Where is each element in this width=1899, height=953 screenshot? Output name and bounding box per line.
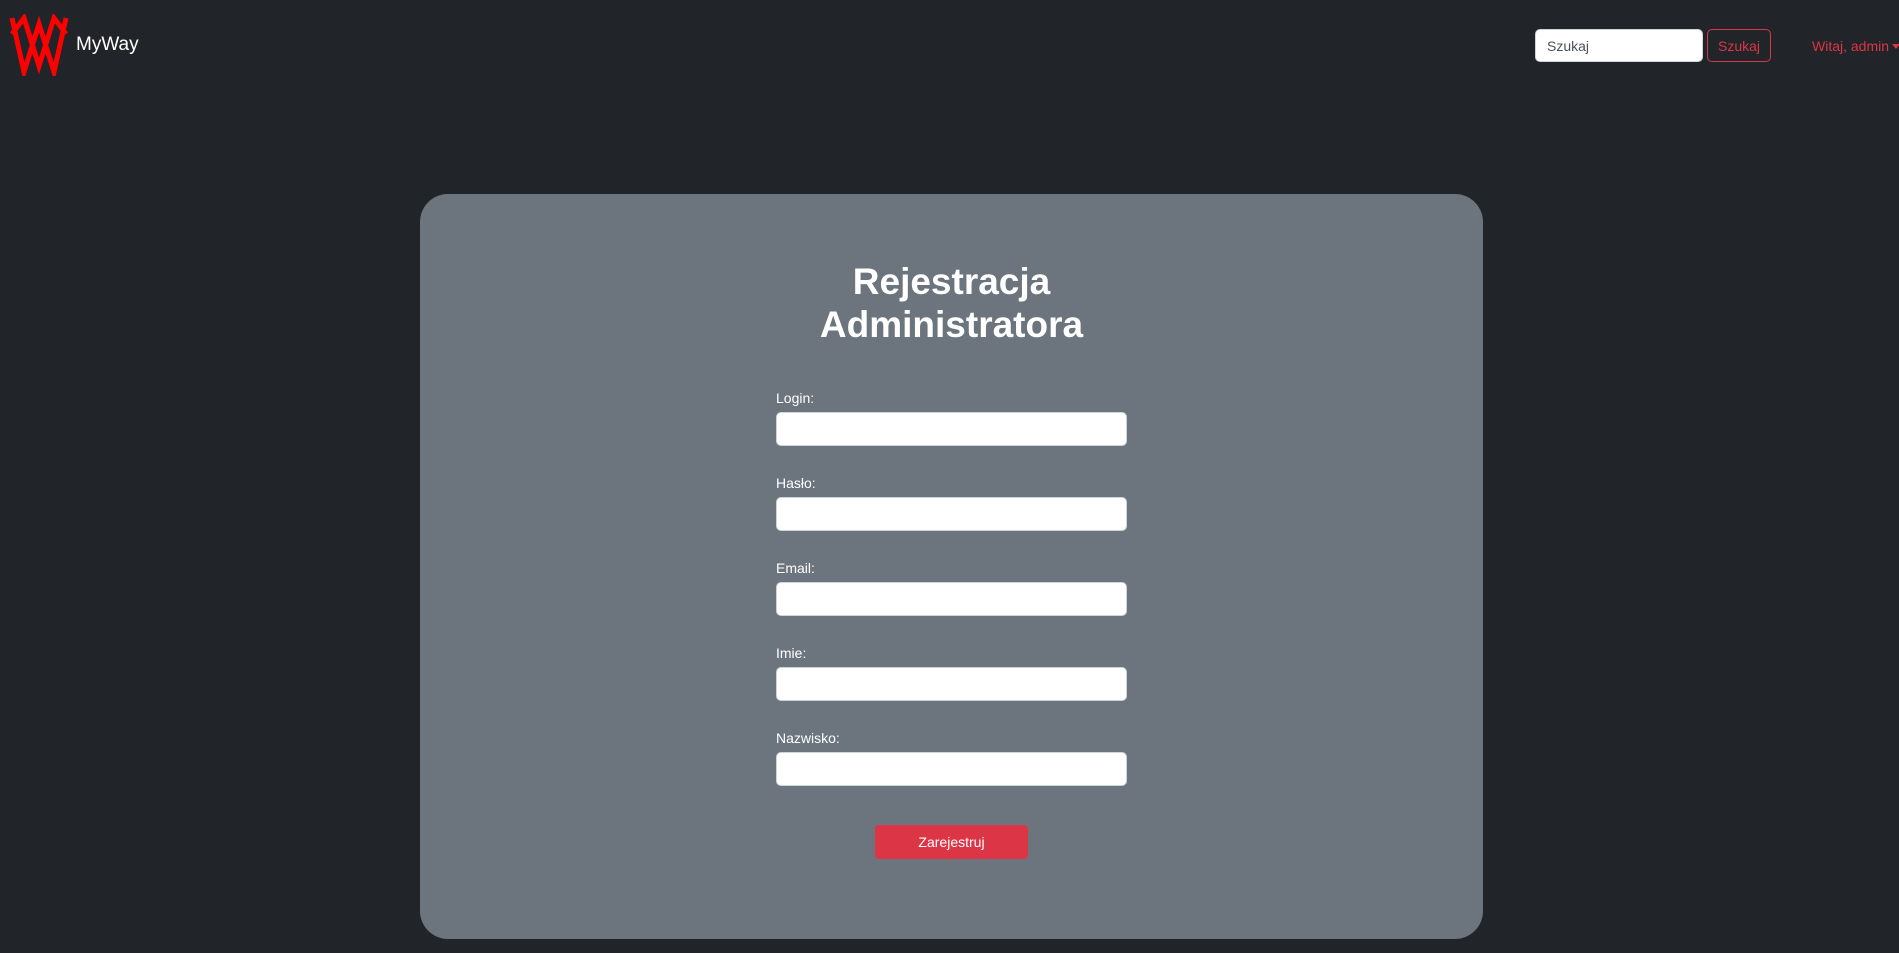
brand-name: MyWay [76,34,139,55]
email-input[interactable] [776,582,1127,616]
password-input[interactable] [776,497,1127,531]
myway-logo-icon [9,14,69,76]
navbar: MyWay Szukaj Witaj, admin [0,0,1899,96]
email-label: Email: [776,560,815,576]
last-name-input[interactable] [776,752,1127,786]
admin-registration-form: Login: Hasło: Email: Imie: Nazwisko: [776,390,1127,815]
last-name-field-group: Nazwisko: [776,730,1127,815]
last-name-label: Nazwisko: [776,730,840,746]
registration-card: Rejestracja Administratora Login: Hasło:… [420,194,1483,939]
login-input[interactable] [776,412,1127,446]
caret-down-icon [1892,43,1899,49]
first-name-field-group: Imie: [776,645,1127,730]
first-name-label: Imie: [776,645,807,661]
password-field-group: Hasło: [776,475,1127,560]
page-title-line1: Rejestracja [852,261,1051,302]
search-button[interactable]: Szukaj [1707,29,1772,62]
brand-link[interactable]: MyWay [8,14,139,76]
search-form: Szukaj [1535,29,1772,62]
search-input[interactable] [1535,29,1703,62]
login-label: Login: [776,390,815,406]
user-menu-dropdown[interactable]: Witaj, admin [1812,38,1899,54]
register-button[interactable]: Zarejestruj [875,825,1028,859]
page-title-line2: Administratora [819,304,1084,345]
password-label: Hasło: [776,475,816,491]
first-name-input[interactable] [776,667,1127,701]
user-menu-label: Witaj, admin [1812,38,1890,54]
page-title: Rejestracja Administratora [420,260,1483,346]
email-field-group: Email: [776,560,1127,645]
login-field-group: Login: [776,390,1127,475]
